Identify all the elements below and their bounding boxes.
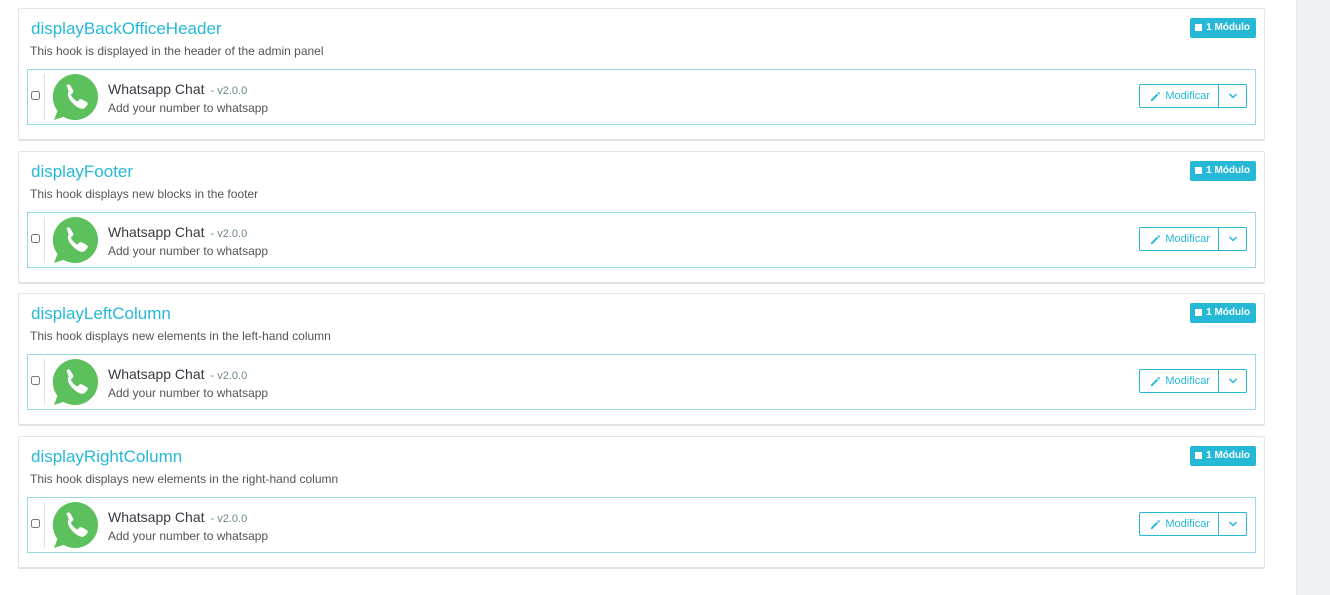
module-description: Add your number to whatsapp bbox=[108, 529, 269, 543]
module-description: Add your number to whatsapp bbox=[108, 244, 269, 258]
module-select-checkbox[interactable] bbox=[31, 376, 40, 385]
pencil-icon bbox=[1151, 376, 1161, 386]
chevron-down-icon bbox=[1228, 236, 1237, 242]
module-description: Add your number to whatsapp bbox=[108, 386, 269, 400]
edit-button[interactable]: Modificar bbox=[1139, 84, 1219, 108]
hook-description: This hook displays new blocks in the foo… bbox=[30, 187, 259, 201]
module-name: Whatsapp Chat bbox=[108, 509, 205, 525]
module-name: Whatsapp Chat bbox=[108, 224, 205, 240]
row-divider bbox=[44, 359, 45, 405]
square-icon bbox=[1195, 166, 1203, 174]
hook-description: This hook is displayed in the header of … bbox=[30, 44, 324, 58]
chevron-down-icon bbox=[1228, 378, 1237, 384]
hook-description: This hook displays new elements in the r… bbox=[30, 472, 339, 486]
hook-panel: displayLeftColumn This hook displays new… bbox=[18, 293, 1265, 426]
module-version: - v2.0.0 bbox=[210, 85, 248, 97]
square-icon bbox=[1195, 308, 1203, 316]
whatsapp-logo-icon bbox=[52, 216, 99, 263]
module-actions: Modificar bbox=[1139, 84, 1247, 108]
actions-dropdown-toggle[interactable] bbox=[1219, 84, 1247, 108]
row-divider bbox=[44, 502, 45, 548]
edit-button-label: Modificar bbox=[1165, 90, 1210, 102]
hook-panel: displayRightColumn This hook displays ne… bbox=[18, 436, 1265, 569]
module-select-checkbox[interactable] bbox=[31, 234, 40, 243]
pencil-icon bbox=[1151, 91, 1161, 101]
hook-title[interactable]: displayRightColumn bbox=[31, 447, 182, 467]
row-divider bbox=[44, 74, 45, 120]
module-row: Whatsapp Chat - v2.0.0 Add your number to… bbox=[27, 354, 1256, 410]
badge-label: 1 Módulo bbox=[1206, 22, 1250, 33]
module-version: - v2.0.0 bbox=[210, 228, 248, 240]
module-row: Whatsapp Chat - v2.0.0 Add your number to… bbox=[27, 212, 1256, 268]
module-actions: Modificar bbox=[1139, 512, 1247, 536]
module-title: Whatsapp Chat - v2.0.0 bbox=[108, 509, 247, 527]
hook-title[interactable]: displayLeftColumn bbox=[31, 304, 171, 324]
module-row: Whatsapp Chat - v2.0.0 Add your number to… bbox=[27, 497, 1256, 553]
module-count-badge: 1 Módulo bbox=[1190, 18, 1256, 38]
hook-panel: displayBackOfficeHeader This hook is dis… bbox=[18, 8, 1265, 141]
edit-button[interactable]: Modificar bbox=[1139, 369, 1219, 393]
module-count-badge: 1 Módulo bbox=[1190, 161, 1256, 181]
module-select-checkbox[interactable] bbox=[31, 519, 40, 528]
hook-panel: displayFooter This hook displays new blo… bbox=[18, 151, 1265, 284]
hook-description: This hook displays new elements in the l… bbox=[30, 329, 331, 343]
edit-button-label: Modificar bbox=[1165, 375, 1210, 387]
square-icon bbox=[1195, 23, 1203, 31]
actions-dropdown-toggle[interactable] bbox=[1219, 369, 1247, 393]
badge-label: 1 Módulo bbox=[1206, 165, 1250, 176]
module-row: Whatsapp Chat - v2.0.0 Add your number to… bbox=[27, 69, 1256, 125]
chevron-down-icon bbox=[1228, 521, 1237, 527]
actions-dropdown-toggle[interactable] bbox=[1219, 512, 1247, 536]
edit-button-label: Modificar bbox=[1165, 518, 1210, 530]
module-title: Whatsapp Chat - v2.0.0 bbox=[108, 224, 247, 242]
hook-title[interactable]: displayFooter bbox=[31, 162, 133, 182]
square-icon bbox=[1195, 451, 1203, 459]
module-description: Add your number to whatsapp bbox=[108, 101, 269, 115]
chevron-down-icon bbox=[1228, 93, 1237, 99]
edit-button[interactable]: Modificar bbox=[1139, 227, 1219, 251]
module-version: - v2.0.0 bbox=[210, 370, 248, 382]
edit-button-label: Modificar bbox=[1165, 233, 1210, 245]
right-sidebar-gutter bbox=[1296, 0, 1330, 595]
whatsapp-logo-icon bbox=[52, 73, 99, 120]
actions-dropdown-toggle[interactable] bbox=[1219, 227, 1247, 251]
badge-label: 1 Módulo bbox=[1206, 450, 1250, 461]
hook-title[interactable]: displayBackOfficeHeader bbox=[31, 19, 222, 39]
module-count-badge: 1 Módulo bbox=[1190, 446, 1256, 466]
whatsapp-logo-icon bbox=[52, 358, 99, 405]
hooks-list: displayBackOfficeHeader This hook is dis… bbox=[0, 0, 1296, 595]
whatsapp-logo-icon bbox=[52, 501, 99, 548]
module-name: Whatsapp Chat bbox=[108, 81, 205, 97]
pencil-icon bbox=[1151, 519, 1161, 529]
module-count-badge: 1 Módulo bbox=[1190, 303, 1256, 323]
module-name: Whatsapp Chat bbox=[108, 366, 205, 382]
module-title: Whatsapp Chat - v2.0.0 bbox=[108, 366, 247, 384]
edit-button[interactable]: Modificar bbox=[1139, 512, 1219, 536]
module-title: Whatsapp Chat - v2.0.0 bbox=[108, 81, 247, 99]
module-actions: Modificar bbox=[1139, 369, 1247, 393]
module-actions: Modificar bbox=[1139, 227, 1247, 251]
module-select-checkbox[interactable] bbox=[31, 91, 40, 100]
pencil-icon bbox=[1151, 234, 1161, 244]
module-version: - v2.0.0 bbox=[210, 513, 248, 525]
badge-label: 1 Módulo bbox=[1206, 307, 1250, 318]
row-divider bbox=[44, 217, 45, 263]
